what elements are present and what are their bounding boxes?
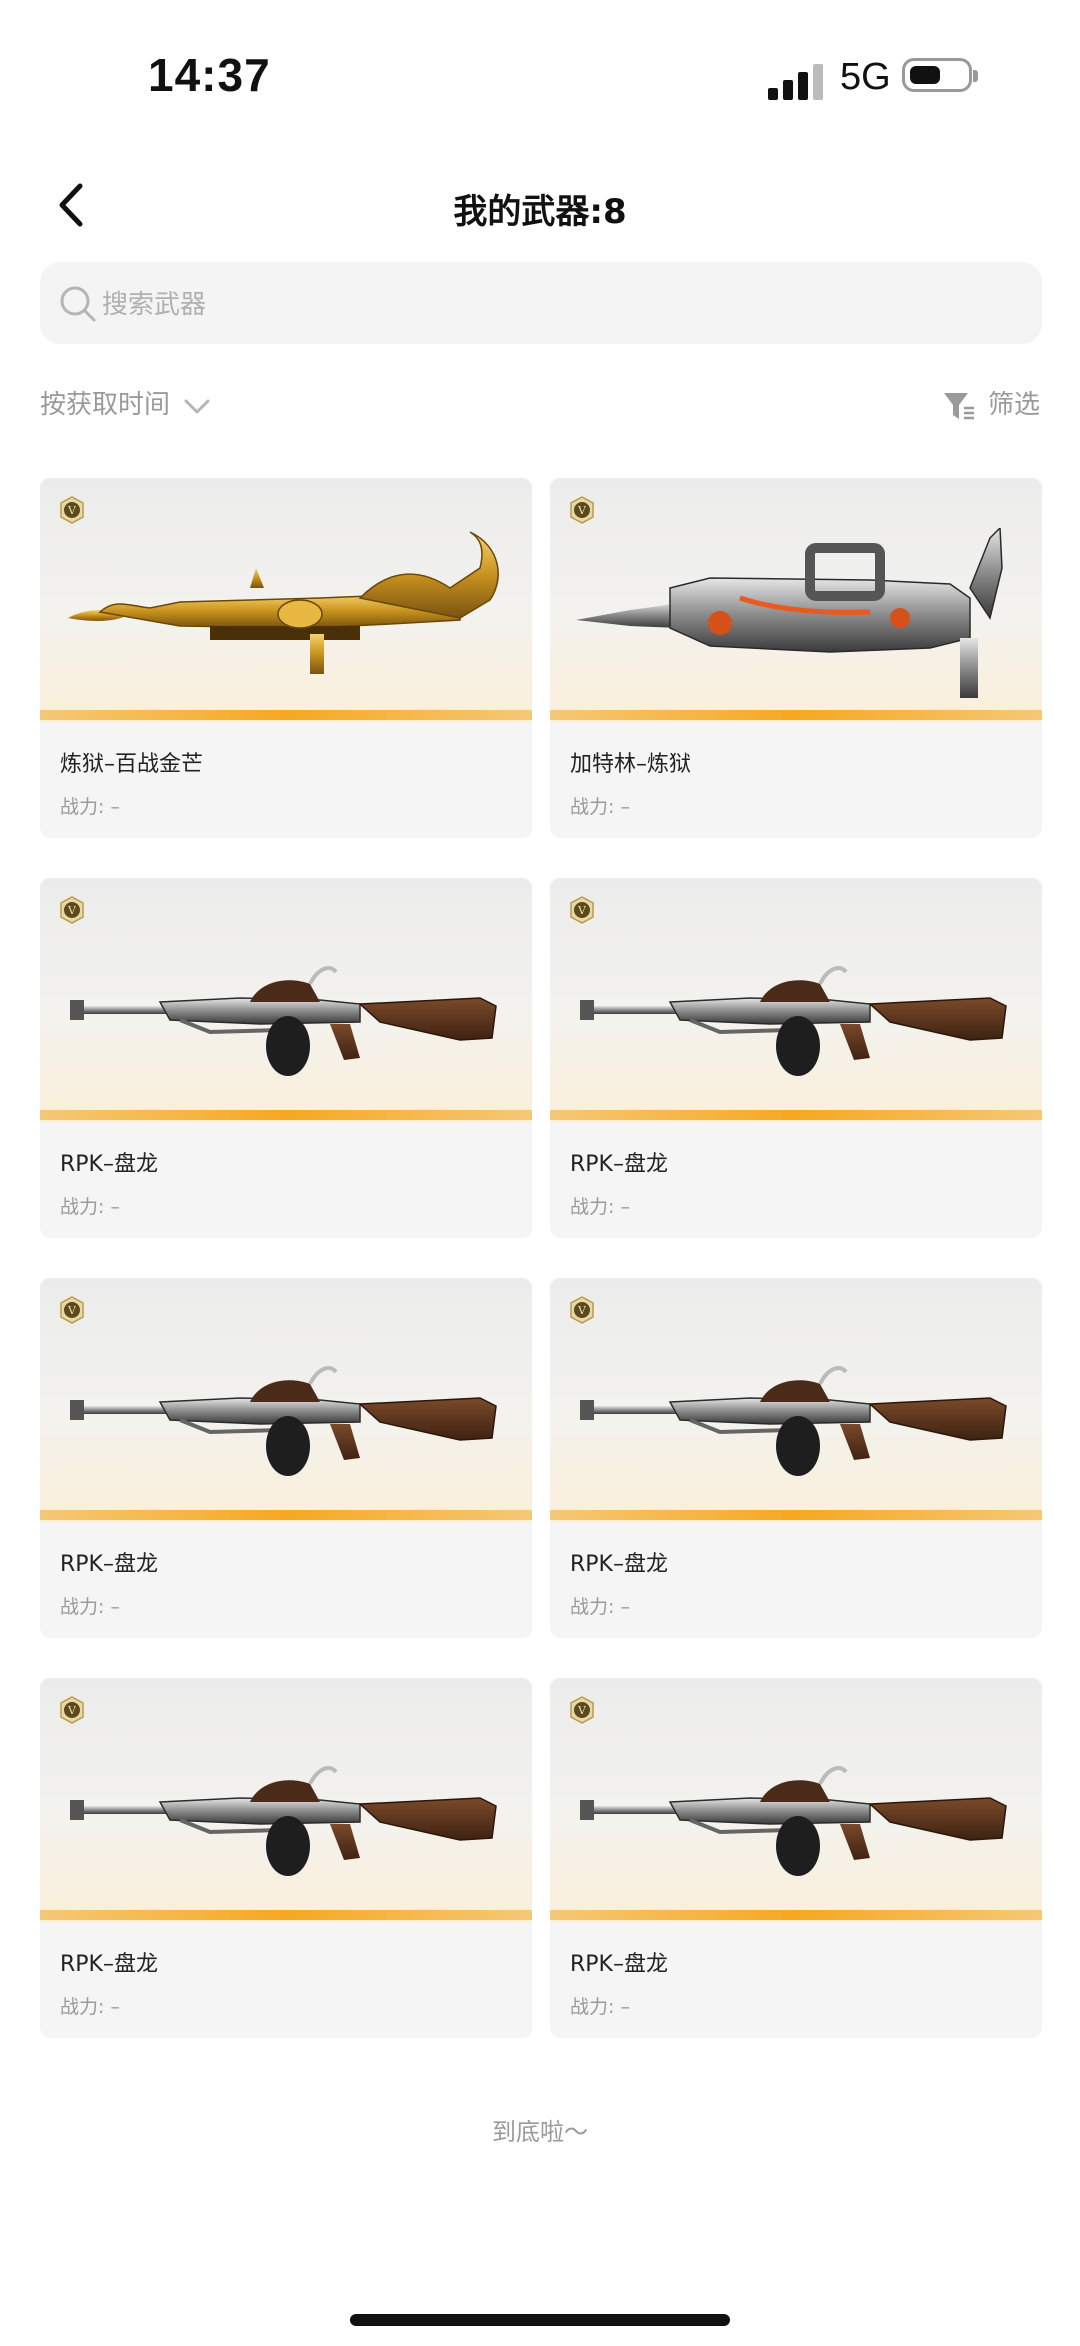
weapon-power: 战力: – (570, 796, 630, 818)
weapon-power: 战力: – (60, 796, 120, 818)
weapon-image (580, 1366, 1007, 1476)
vip-badge-icon: V (570, 1696, 594, 1724)
weapon-power: 战力: – (570, 1996, 630, 2018)
weapon-image (70, 1366, 497, 1476)
rarity-bar (40, 1510, 532, 1520)
status-time: 14:37 (148, 49, 271, 101)
weapon-name: RPK–盘龙 (60, 1552, 158, 1577)
rarity-bar (40, 710, 532, 720)
weapon-image (576, 528, 1003, 698)
search-icon (60, 286, 96, 322)
weapon-card[interactable]: V 炼狱–百战金芒 战力: – (40, 478, 532, 838)
page-title: 我的武器:8 (453, 192, 627, 232)
weapon-card[interactable]: V RPK–盘龙 战力: – (550, 1678, 1042, 2038)
weapon-image (68, 531, 499, 674)
weapon-card[interactable]: V RPK–盘龙 战力: – (40, 878, 532, 1238)
rarity-bar (40, 1910, 532, 1920)
vip-badge-letter: V (577, 1704, 587, 1717)
vip-badge-icon: V (60, 1696, 84, 1724)
weapon-name: 炼狱–百战金芒 (60, 752, 204, 777)
weapon-power: 战力: – (60, 1596, 120, 1618)
weapon-name: RPK–盘龙 (570, 1152, 668, 1177)
filter-icon (943, 392, 974, 419)
vip-badge-icon: V (60, 496, 84, 524)
vip-badge-icon: V (570, 896, 594, 924)
battery-icon (902, 58, 978, 92)
weapon-name: RPK–盘龙 (60, 1952, 158, 1977)
weapon-name: RPK–盘龙 (570, 1552, 668, 1577)
weapon-image (70, 1766, 497, 1876)
weapon-power: 战力: – (570, 1196, 630, 1218)
weapon-card[interactable]: V RPK–盘龙 战力: – (40, 1278, 532, 1638)
status-bar: 14:37 5G (0, 0, 1080, 150)
vip-badge-letter: V (67, 1304, 77, 1317)
weapon-card[interactable]: V 加特林–炼狱 战力: – (550, 478, 1042, 838)
weapon-image (580, 966, 1007, 1076)
weapon-image (70, 966, 497, 1076)
network-label: 5G (840, 56, 891, 98)
filter-label: 筛选 (987, 390, 1040, 420)
weapon-card[interactable]: V RPK–盘龙 战力: – (40, 1678, 532, 2038)
weapon-image (580, 1766, 1007, 1876)
rarity-bar (40, 1110, 532, 1120)
filter-button[interactable]: 筛选 (942, 384, 1040, 422)
vip-badge-letter: V (577, 904, 587, 917)
nav-header: 我的武器:8 (0, 170, 1080, 240)
search-input[interactable]: 搜索武器 (40, 262, 1042, 344)
vip-badge-icon: V (60, 1296, 84, 1324)
weapon-name: 加特林–炼狱 (570, 752, 692, 777)
rarity-bar (550, 1910, 1042, 1920)
vip-badge-letter: V (577, 1304, 587, 1317)
vip-badge-icon: V (60, 896, 84, 924)
sort-label: 按获取时间 (40, 390, 171, 420)
search-placeholder: 搜索武器 (102, 290, 207, 320)
home-indicator[interactable] (350, 2314, 730, 2326)
vip-badge-icon: V (570, 1296, 594, 1324)
rarity-bar (550, 1110, 1042, 1120)
signal-icon (768, 60, 824, 100)
sort-dropdown[interactable]: 按获取时间 (40, 384, 212, 421)
rarity-bar (550, 1510, 1042, 1520)
rarity-bar (550, 710, 1042, 720)
vip-badge-icon: V (570, 496, 594, 524)
vip-badge-letter: V (67, 504, 77, 517)
chevron-down-icon (184, 399, 210, 413)
weapon-name: RPK–盘龙 (570, 1952, 668, 1977)
end-of-list-text: 到底啦～ (492, 2118, 588, 2146)
vip-badge-letter: V (577, 504, 587, 517)
weapon-power: 战力: – (570, 1596, 630, 1618)
vip-badge-letter: V (67, 1704, 77, 1717)
weapon-card[interactable]: V RPK–盘龙 战力: – (550, 1278, 1042, 1638)
weapon-card[interactable]: V RPK–盘龙 战力: – (550, 878, 1042, 1238)
weapon-power: 战力: – (60, 1196, 120, 1218)
weapon-power: 战力: – (60, 1996, 120, 2018)
vip-badge-letter: V (67, 904, 77, 917)
weapon-name: RPK–盘龙 (60, 1152, 158, 1177)
